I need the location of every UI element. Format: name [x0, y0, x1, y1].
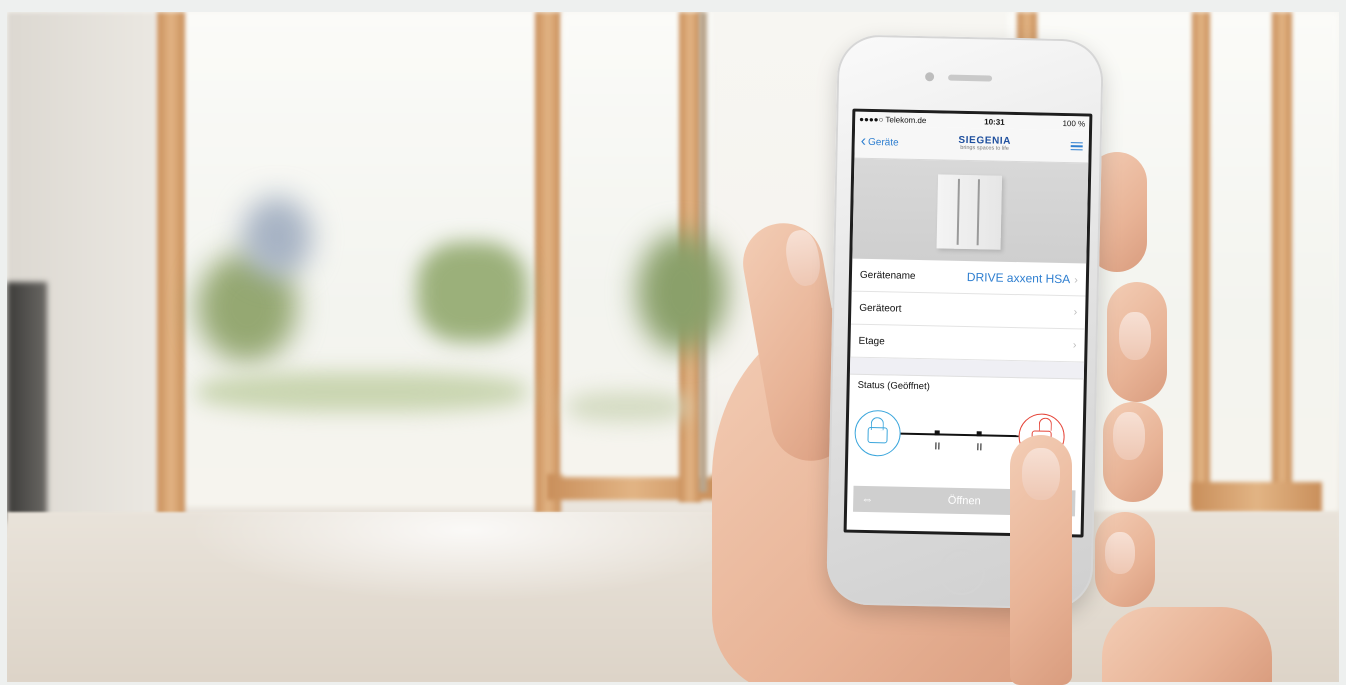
blurred-tree	[637, 232, 727, 352]
slider-stop	[976, 431, 982, 437]
menu-icon[interactable]	[1070, 141, 1083, 151]
earpiece	[948, 74, 993, 82]
pause-marker	[977, 443, 982, 451]
device-image	[852, 158, 1089, 264]
back-chevron-icon: ‹	[860, 132, 867, 150]
device-name-value: DRIVE axxent HSA	[966, 270, 1071, 287]
index-fingernail	[1022, 448, 1060, 500]
disclosure-icon: ›	[1072, 339, 1077, 352]
padlock-open-icon	[1038, 417, 1053, 431]
room-photo-background	[7, 12, 1339, 682]
row-label: Gerätename	[859, 269, 916, 282]
floor-row[interactable]: Etage ›	[850, 324, 1085, 363]
door-frame	[535, 12, 561, 522]
dark-cabinet	[7, 282, 47, 522]
door-frame	[157, 12, 185, 517]
open-button-label: Öffnen	[947, 494, 981, 508]
pause-marker	[935, 442, 940, 450]
clock: 10:31	[984, 116, 1005, 127]
swap-arrows-icon: ⇔	[861, 491, 874, 507]
padlock-body	[867, 426, 888, 444]
disclosure-icon: ›	[1073, 306, 1078, 319]
home-button	[938, 548, 986, 596]
other-hand	[1102, 607, 1272, 682]
blurred-lawn	[567, 392, 687, 422]
fingernail	[1105, 532, 1135, 574]
nav-bar: ‹ Geräte SIEGENIA brings spaces to life	[854, 125, 1090, 164]
brand-logo: SIEGENIA brings spaces to life	[958, 135, 1011, 153]
floor-reflection	[187, 512, 747, 602]
blurred-tree	[242, 197, 312, 277]
slider-track	[900, 432, 1019, 437]
back-label: Geräte	[867, 136, 899, 149]
slider-stop	[934, 430, 940, 436]
fingernail	[1113, 412, 1145, 460]
device-location-row[interactable]: Geräteort ›	[850, 291, 1086, 330]
battery-label: 100 %	[1062, 118, 1086, 128]
brand-tagline: brings spaces to life	[960, 145, 1009, 153]
front-camera	[925, 72, 935, 82]
disclosure-icon: ›	[1074, 274, 1079, 287]
row-label: Etage	[858, 335, 885, 347]
row-label: Geräteort	[859, 302, 902, 315]
blurred-lawn	[197, 372, 527, 412]
carrier-label: ●●●●○ Telekom.de	[859, 114, 927, 125]
window-frame	[1192, 482, 1322, 512]
back-button[interactable]: ‹ Geräte	[860, 132, 899, 150]
window-frame	[1272, 12, 1292, 502]
fingernail	[1119, 312, 1151, 360]
sliding-door-image	[936, 174, 1003, 250]
window-frame	[1192, 12, 1210, 507]
lock-button[interactable]	[854, 409, 902, 457]
device-name-row[interactable]: Gerätename DRIVE axxent HSA ›	[851, 258, 1087, 297]
blurred-bush	[417, 242, 527, 342]
